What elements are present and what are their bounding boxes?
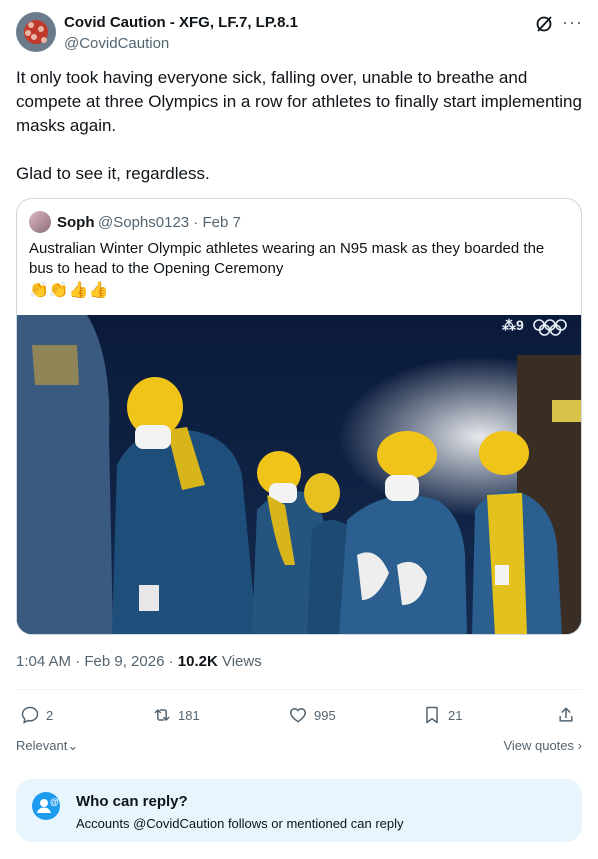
quoted-author-name[interactable]: Soph — [57, 214, 95, 231]
quoted-emoji: 👏👏👍👍 — [29, 282, 109, 299]
quoted-text: Australian Winter Olympic athletes weari… — [29, 240, 545, 277]
svg-text:⁂9: ⁂9 — [502, 317, 524, 333]
bookmark-button[interactable]: 21 — [422, 700, 462, 730]
reply-restriction-subtitle: Accounts @CovidCaution follows or mentio… — [76, 816, 404, 831]
tweet-timestamp: 1:04 AM · Feb 9, 2026 · 10.2K Views — [16, 653, 262, 670]
reply-count: 2 — [46, 707, 54, 723]
share-button[interactable] — [556, 700, 576, 730]
reply-restriction-box: @ Who can reply? Accounts @CovidCaution … — [16, 779, 582, 842]
more-options-icon[interactable]: ··· — [562, 13, 582, 34]
divider-top — [16, 689, 582, 690]
repost-count: 181 — [178, 707, 200, 723]
like-count: 995 — [314, 707, 336, 723]
views-label: Views — [217, 653, 262, 670]
reply-icon — [21, 706, 39, 724]
chevron-down-icon: ⌄ — [67, 738, 79, 753]
relevant-label: Relevant — [16, 738, 68, 753]
tweet-header: Covid Caution - XFG, LF.7, LP.8.1 @Covid… — [16, 12, 582, 56]
timestamp-time[interactable]: 1:04 AM · Feb 9, 2026 · — [16, 653, 178, 670]
grok-icon[interactable] — [534, 14, 554, 34]
action-bar: 2 181 995 21 — [16, 700, 582, 730]
view-quotes-link[interactable]: View quotes › — [503, 738, 582, 753]
author-avatar[interactable] — [16, 12, 56, 52]
share-icon — [559, 707, 573, 722]
reply-button[interactable]: 2 — [20, 700, 53, 730]
like-button[interactable]: 995 — [288, 700, 336, 730]
repost-button[interactable]: 181 — [152, 700, 200, 730]
bookmark-icon — [426, 706, 438, 724]
quoted-author-meta: @Sophs0123 · Feb 7 — [98, 214, 241, 231]
chevron-right-icon: › — [577, 738, 582, 753]
quoted-media-image[interactable]: ⁂9 — [17, 315, 581, 634]
tweet-paragraph-2: Glad to see it, regardless. — [16, 164, 210, 183]
heart-icon — [289, 708, 307, 723]
author-handle[interactable]: @CovidCaution — [64, 35, 169, 52]
bookmark-count: 21 — [448, 707, 463, 723]
mention-person-icon: @ — [32, 792, 60, 820]
quoted-tweet[interactable]: Soph @Sophs0123 · Feb 7 Australian Winte… — [16, 198, 582, 635]
view-quotes-label: View quotes — [503, 738, 575, 753]
reply-restriction-title: Who can reply? — [76, 793, 188, 810]
sort-relevant-dropdown[interactable]: Relevant⌄ — [16, 738, 78, 754]
views-count: 10.2K — [177, 653, 218, 670]
quoted-author-avatar[interactable] — [29, 211, 51, 233]
athletes-photo: ⁂9 — [17, 315, 581, 634]
tweet-text: It only took having everyone sick, falli… — [16, 66, 582, 186]
author-name[interactable]: Covid Caution - XFG, LF.7, LP.8.1 — [64, 14, 298, 31]
tweet-paragraph-1: It only took having everyone sick, falli… — [16, 68, 582, 135]
repost-icon — [154, 709, 170, 721]
svg-text:@: @ — [50, 797, 59, 807]
